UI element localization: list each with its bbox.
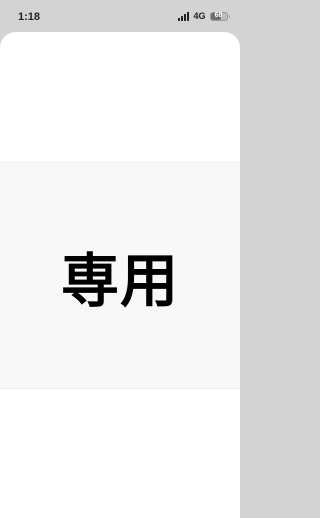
network-type: 4G xyxy=(193,11,206,21)
banner-text: 専用 xyxy=(60,246,179,315)
battery-icon: 68 xyxy=(209,11,228,21)
battery-level-text: 68 xyxy=(214,11,223,19)
status-bar: 1:18 4G 68 xyxy=(0,0,240,32)
banner-image[interactable]: 専用 xyxy=(0,162,240,389)
status-time: 1:18 xyxy=(18,11,41,23)
status-indicators: 4G 68 xyxy=(178,11,230,21)
cellular-signal-icon xyxy=(178,11,190,21)
battery-tip xyxy=(228,14,230,18)
content-sheet: 専用 xyxy=(0,32,240,518)
